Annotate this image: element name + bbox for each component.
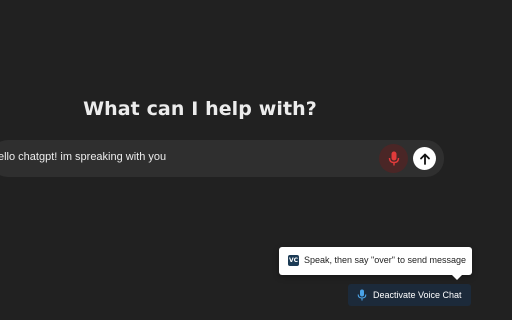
send-button[interactable] bbox=[413, 147, 436, 170]
voice-chat-tooltip: VC Speak, then say "over" to send messag… bbox=[279, 247, 472, 280]
tooltip-arrow bbox=[451, 274, 463, 280]
voice-input-button[interactable] bbox=[379, 144, 408, 173]
page-title: What can I help with? bbox=[83, 98, 317, 120]
voice-chat-logo-icon: VC bbox=[288, 255, 299, 266]
message-composer[interactable]: ello chatgpt! im spreaking with you bbox=[0, 140, 444, 177]
microphone-icon bbox=[357, 289, 367, 301]
microphone-icon bbox=[388, 151, 399, 166]
message-input[interactable]: ello chatgpt! im spreaking with you bbox=[0, 151, 166, 163]
tooltip-message: Speak, then say "over" to send message bbox=[304, 255, 466, 265]
deactivate-voice-chat-label: Deactivate Voice Chat bbox=[373, 290, 462, 300]
deactivate-voice-chat-button[interactable]: Deactivate Voice Chat bbox=[348, 284, 471, 306]
arrow-up-icon bbox=[419, 153, 430, 165]
